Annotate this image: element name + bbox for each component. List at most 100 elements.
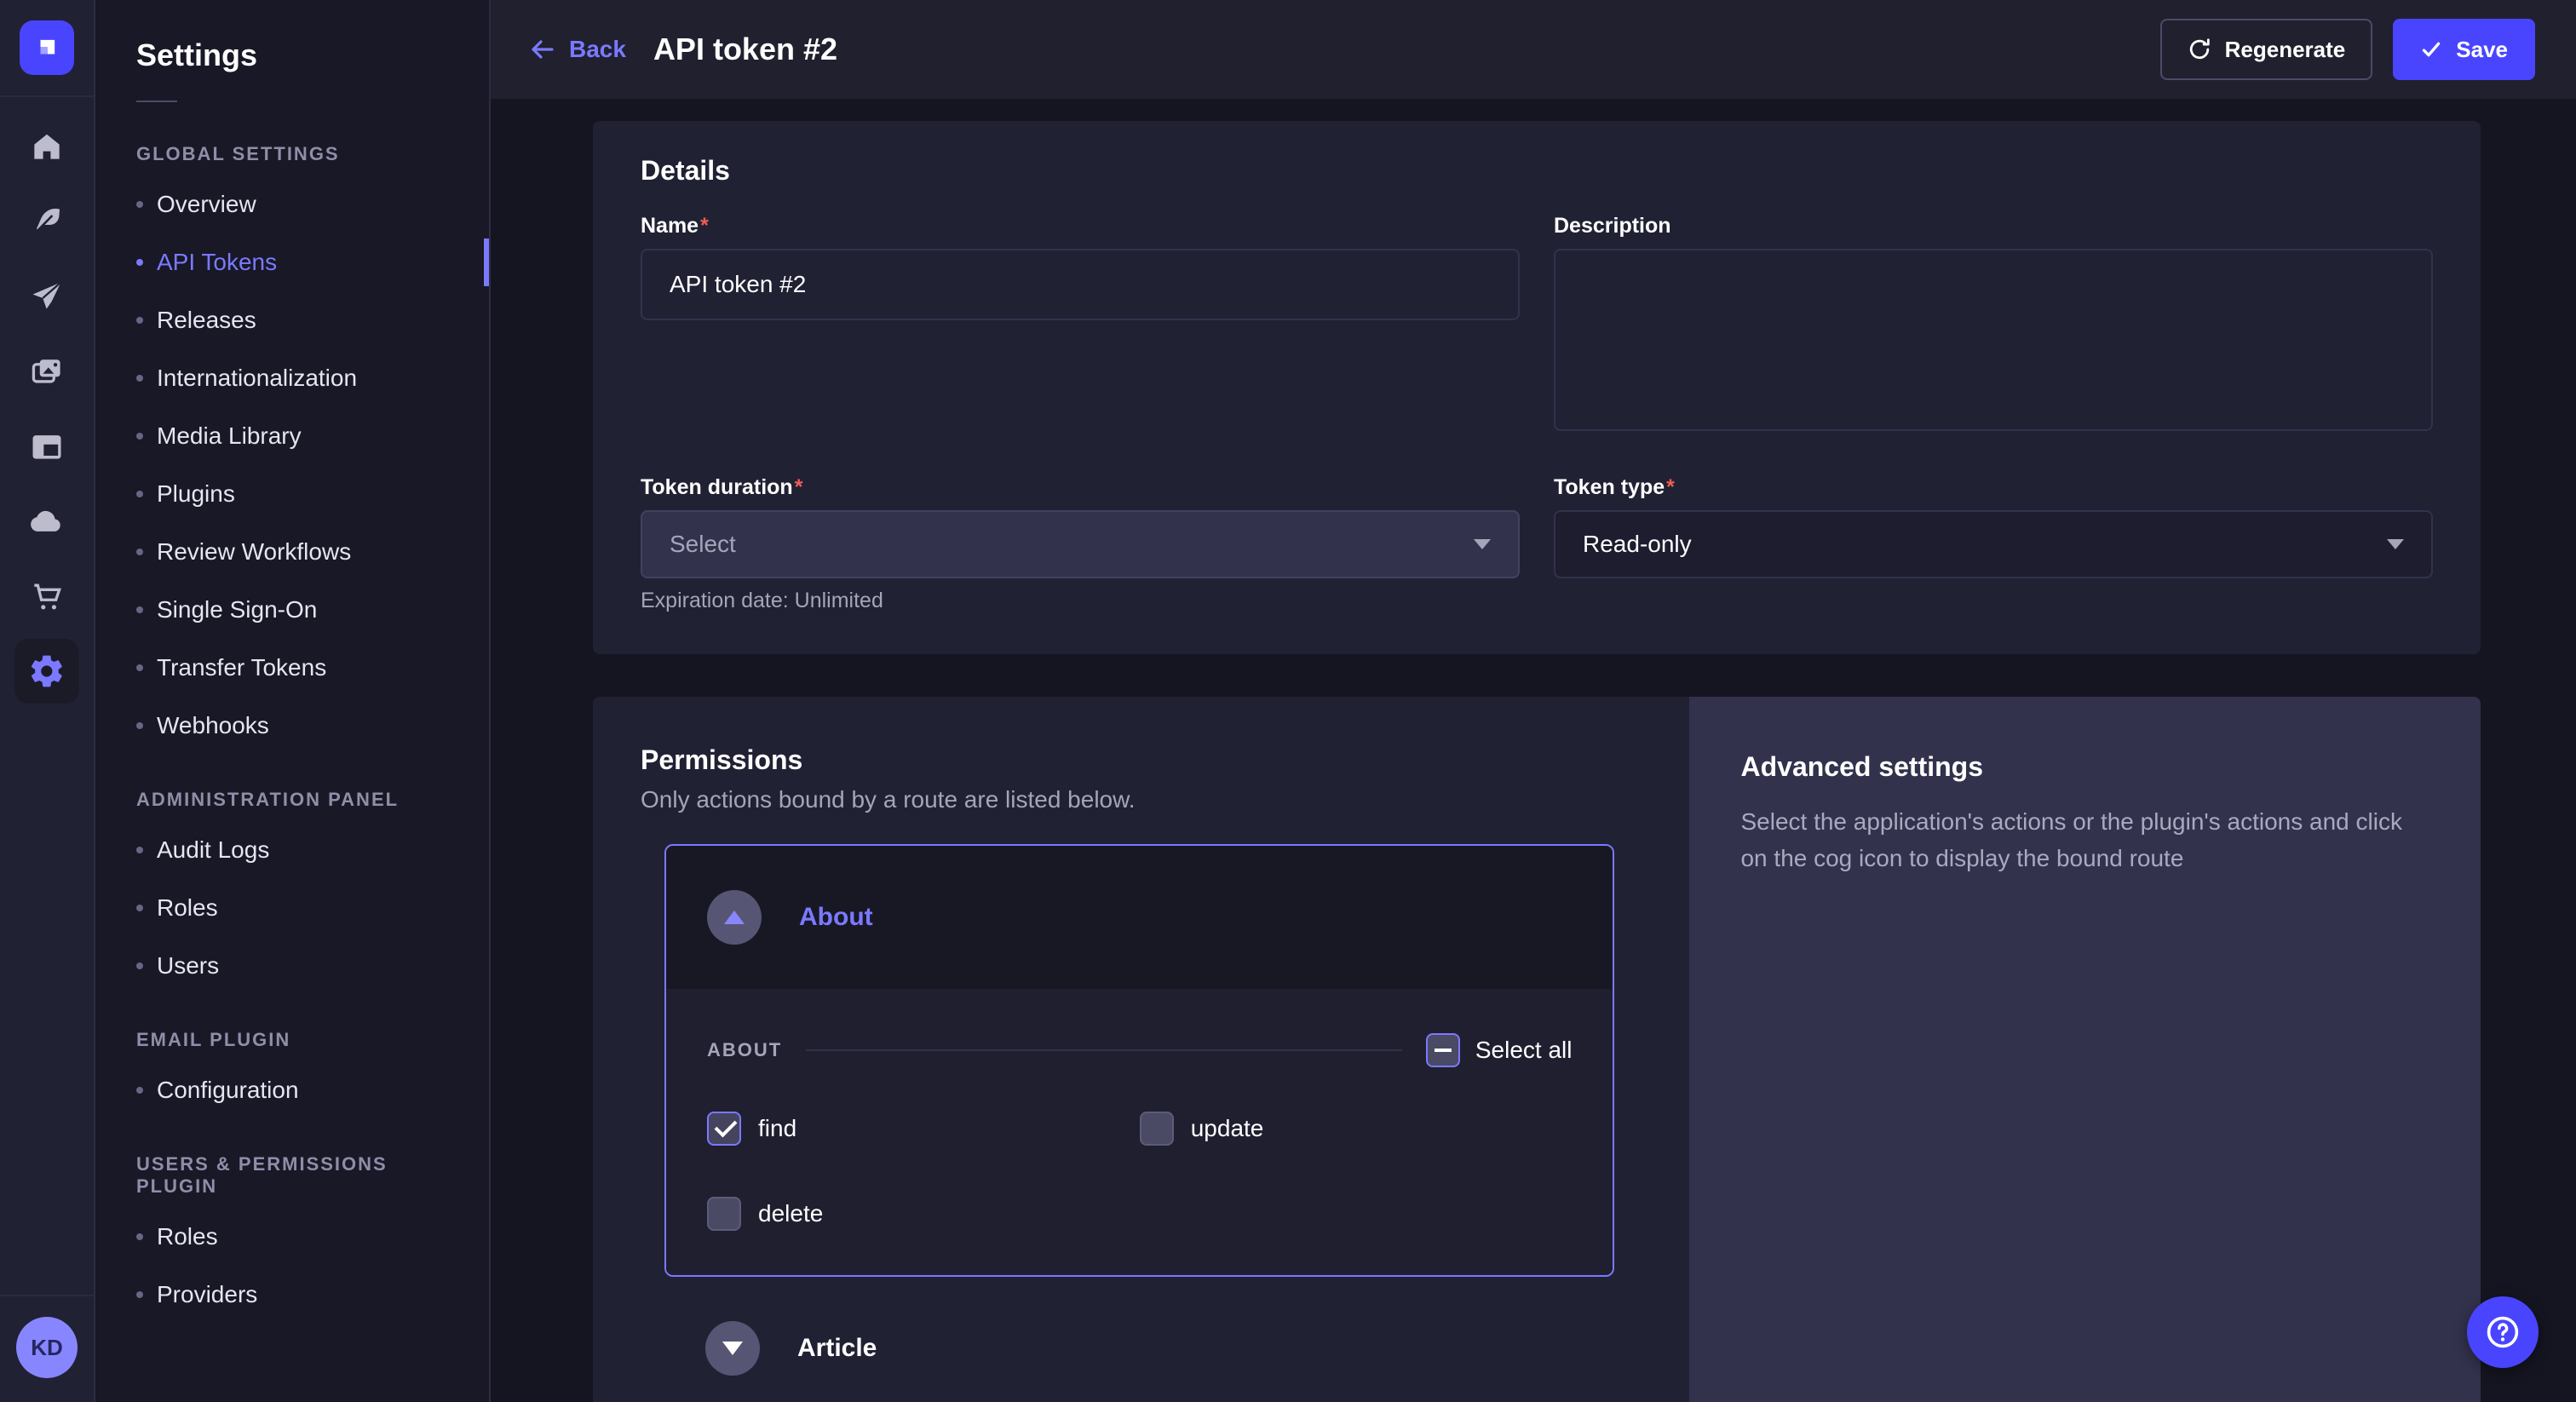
about-accordion-label: About — [799, 903, 873, 932]
subnav-item-audit-logs[interactable]: Audit Logs — [95, 821, 489, 879]
name-label: Name* — [641, 214, 1520, 238]
bullet-icon — [136, 606, 143, 613]
media-library-icon[interactable] — [14, 339, 79, 404]
subsection-divider — [806, 1049, 1402, 1051]
subnav-item-label: Configuration — [157, 1077, 299, 1104]
regenerate-button[interactable]: Regenerate — [2160, 19, 2373, 80]
subnav-section-label-email-plugin: EMAIL PLUGIN — [95, 995, 489, 1061]
subnav-item-single-sign-on[interactable]: Single Sign-On — [95, 581, 489, 639]
token-type-value: Read-only — [1583, 531, 1692, 558]
description-textarea[interactable] — [1554, 249, 2433, 431]
bullet-icon — [136, 905, 143, 911]
expand-toggle-button[interactable] — [705, 1321, 760, 1376]
about-subsection-row: ABOUT Select all — [707, 1033, 1572, 1067]
collapse-toggle-button[interactable] — [707, 890, 762, 945]
strapi-logo[interactable] — [20, 20, 74, 75]
subnav-item-webhooks[interactable]: Webhooks — [95, 697, 489, 755]
expiration-hint: Expiration date: Unlimited — [641, 589, 1520, 613]
subnav-item-providers[interactable]: Providers — [95, 1266, 489, 1324]
home-icon[interactable] — [14, 114, 79, 179]
advanced-settings-panel: Advanced settings Select the application… — [1689, 697, 2481, 1402]
about-accordion: About ABOUT Select all fin — [664, 844, 1614, 1277]
about-accordion-header[interactable]: About — [666, 846, 1613, 989]
chevron-down-icon — [722, 1342, 743, 1355]
action-label: update — [1191, 1115, 1264, 1142]
save-label: Save — [2456, 37, 2508, 63]
subnav-item-transfer-tokens[interactable]: Transfer Tokens — [95, 639, 489, 697]
rail-icons — [14, 114, 79, 704]
token-duration-select[interactable]: Select — [641, 510, 1520, 578]
subnav-item-roles[interactable]: Roles — [95, 879, 489, 937]
delete-checkbox[interactable] — [707, 1197, 741, 1231]
token-type-select[interactable]: Read-only — [1554, 510, 2433, 578]
permission-action-delete[interactable]: delete — [707, 1197, 1140, 1231]
settings-gear-icon[interactable] — [14, 639, 79, 704]
required-asterisk: * — [1666, 475, 1675, 499]
details-form: Name* Description Token duration* Select — [641, 214, 2433, 613]
find-checkbox[interactable] — [707, 1112, 741, 1146]
description-label: Description — [1554, 214, 2433, 238]
name-input[interactable] — [641, 249, 1520, 320]
select-all-control[interactable]: Select all — [1426, 1033, 1573, 1067]
permissions-subtitle: Only actions bound by a route are listed… — [641, 786, 1642, 813]
strapi-logo-icon — [30, 31, 64, 65]
save-button[interactable]: Save — [2393, 19, 2535, 80]
content: Details Name* Description Token duration… — [491, 99, 2576, 1402]
chevron-up-icon — [724, 911, 745, 924]
subnav-item-plugins[interactable]: Plugins — [95, 465, 489, 523]
main-area: Back API token #2 Regenerate Save — [491, 0, 2576, 1402]
bullet-icon — [136, 375, 143, 382]
content-feather-icon[interactable] — [14, 189, 79, 254]
layout-icon[interactable] — [14, 414, 79, 479]
check-icon — [2420, 38, 2442, 60]
bullet-icon — [136, 664, 143, 671]
subnav-item-overview[interactable]: Overview — [95, 175, 489, 233]
back-link[interactable]: Back — [528, 36, 626, 63]
subnav-item-label: Single Sign-On — [157, 596, 317, 623]
description-field: Description — [1554, 214, 2433, 438]
chevron-down-icon — [1474, 539, 1491, 549]
bullet-icon — [136, 1233, 143, 1240]
required-asterisk: * — [700, 214, 709, 238]
about-subsection-label: ABOUT — [707, 1039, 782, 1061]
bullet-icon — [136, 317, 143, 324]
subnav-item-label: Media Library — [157, 422, 302, 450]
cloud-icon[interactable] — [14, 489, 79, 554]
subnav-item-label: Webhooks — [157, 712, 269, 739]
subnav-item-media-library[interactable]: Media Library — [95, 407, 489, 465]
bullet-icon — [136, 722, 143, 729]
bullet-icon — [136, 201, 143, 208]
marketplace-cart-icon[interactable] — [14, 564, 79, 629]
bullet-icon — [136, 847, 143, 853]
permission-action-update[interactable]: update — [1140, 1112, 1573, 1146]
subnav-section-label-administration-panel: ADMINISTRATION PANEL — [95, 755, 489, 821]
advanced-settings-description: Select the application's actions or the … — [1740, 803, 2429, 877]
subnav-item-users[interactable]: Users — [95, 937, 489, 995]
user-avatar[interactable]: KD — [16, 1317, 78, 1378]
bullet-icon — [136, 549, 143, 555]
bullet-icon — [136, 1291, 143, 1298]
subnav-item-configuration[interactable]: Configuration — [95, 1061, 489, 1119]
subnav-item-api-tokens[interactable]: API Tokens — [95, 233, 489, 291]
subnav-item-roles[interactable]: Roles — [95, 1208, 489, 1266]
permissions-card: Permissions Only actions bound by a rout… — [593, 697, 2481, 1402]
subnav-item-label: Transfer Tokens — [157, 654, 326, 681]
subnav-item-label: Review Workflows — [157, 538, 351, 566]
send-plane-icon[interactable] — [14, 264, 79, 329]
article-accordion-header[interactable]: Article — [664, 1290, 1614, 1402]
help-button[interactable] — [2467, 1296, 2539, 1368]
details-card: Details Name* Description Token duration… — [593, 121, 2481, 654]
subnav-item-label: Roles — [157, 1223, 218, 1250]
bullet-icon — [136, 962, 143, 969]
required-asterisk: * — [795, 475, 803, 499]
subnav-item-internationalization[interactable]: Internationalization — [95, 349, 489, 407]
action-label: find — [758, 1115, 796, 1142]
permission-action-find[interactable]: find — [707, 1112, 1140, 1146]
update-checkbox[interactable] — [1140, 1112, 1174, 1146]
subnav-item-label: Internationalization — [157, 365, 357, 392]
subnav-item-review-workflows[interactable]: Review Workflows — [95, 523, 489, 581]
permission-actions: find update delete — [707, 1112, 1572, 1231]
subnav-item-releases[interactable]: Releases — [95, 291, 489, 349]
select-all-checkbox[interactable] — [1426, 1033, 1460, 1067]
subnav-item-label: Plugins — [157, 480, 235, 508]
